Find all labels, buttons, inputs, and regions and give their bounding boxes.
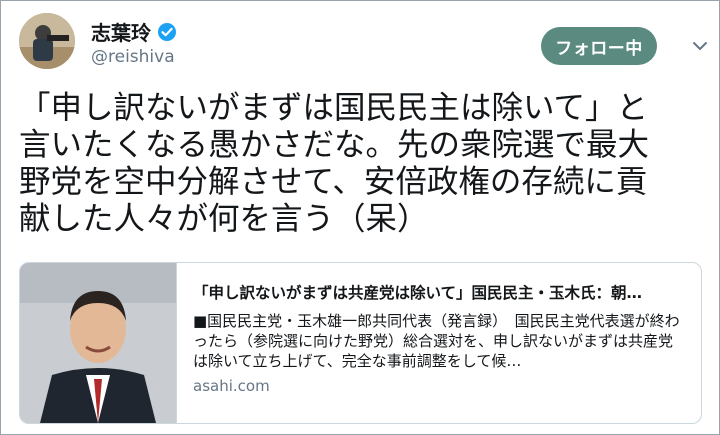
- name-row: 志葉玲: [91, 17, 177, 46]
- card-title[interactable]: 「申し訳ないがまずは共産党は除いて」国民民主・玉木氏：朝…: [193, 281, 687, 303]
- link-card[interactable]: 「申し訳ないがまずは共産党は除いて」国民民主・玉木氏：朝… ■国民民主党・玉木雄…: [19, 262, 702, 424]
- card-domain: asahi.com: [193, 377, 270, 395]
- user-handle[interactable]: @reishiva: [91, 47, 175, 67]
- display-name[interactable]: 志葉玲: [91, 17, 151, 46]
- card-thumbnail: [20, 263, 177, 423]
- verified-badge-icon: [157, 22, 177, 42]
- avatar[interactable]: [19, 13, 75, 69]
- tweet-text: 「申し訳ないがまずは国民民主は除いて」と 言いたくなる愚かさだな。先の衆院選で最…: [19, 90, 650, 237]
- chevron-down-icon[interactable]: [691, 37, 709, 55]
- following-button[interactable]: フォロー中: [541, 27, 657, 65]
- card-description: ■国民民主党・玉木雄一郎共同代表（発言録） 国民民主党代表選が終わったら（参院選…: [193, 312, 680, 370]
- card-body: 「申し訳ないがまずは共産党は除いて」国民民主・玉木氏：朝… ■国民民主党・玉木雄…: [177, 263, 701, 423]
